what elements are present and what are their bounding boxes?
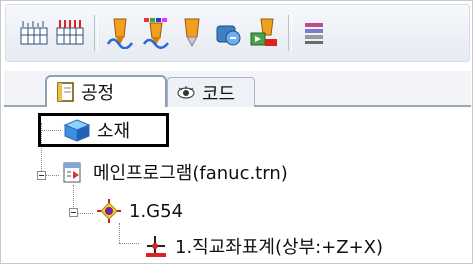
- tree-node-coordinate[interactable]: 1.G54: [95, 197, 183, 225]
- tree-node-program[interactable]: 메인프로그램(fanuc.trn): [61, 159, 288, 185]
- tree-connector: [119, 243, 139, 244]
- eye-icon: [177, 85, 195, 98]
- toolbar-separator: [94, 15, 98, 51]
- toolbar-separator: [288, 15, 292, 51]
- tree-node-plane-label: 1.직교좌표계(상부:+Z+X): [175, 237, 384, 258]
- simulation-blue-icon: [216, 25, 241, 46]
- tab-code-label: 코드: [202, 83, 236, 105]
- drill-tool-icon: [184, 18, 200, 48]
- tree-connector: [45, 175, 59, 176]
- tab-process[interactable]: 공정: [45, 75, 167, 107]
- grid-ruler-button[interactable]: [16, 15, 52, 51]
- tree-connector: [119, 223, 120, 243]
- tab-process-label: 공정: [81, 83, 115, 104]
- drill-tool-button[interactable]: [174, 15, 210, 51]
- tree-node-coordinate-label: 1.G54: [129, 200, 184, 222]
- tool-export-button[interactable]: [246, 15, 282, 51]
- tool-export-icon: [250, 18, 277, 46]
- red-grid-ruler-icon: [56, 20, 84, 45]
- tree-connector: [77, 213, 93, 214]
- list-stack-icon: [305, 23, 323, 44]
- grid-ruler-icon: [20, 21, 48, 45]
- tool-path-orange-button[interactable]: [102, 15, 138, 51]
- expand-collapse-toggle[interactable]: [69, 208, 78, 217]
- expand-collapse-toggle[interactable]: [37, 171, 46, 180]
- program-file-icon: [63, 162, 81, 183]
- tree-node-material[interactable]: 소재: [63, 117, 130, 143]
- tree-node-plane[interactable]: 1.직교좌표계(상부:+Z+X): [143, 233, 383, 259]
- tab-code[interactable]: 코드: [167, 77, 255, 107]
- plane-axis-icon: [146, 236, 166, 257]
- process-panel: 공정 코드 소재 메인프로그램(fanuc.trn) 1.G54 1.직교좌표계…: [0, 0, 473, 264]
- tool-path-orange-icon: [106, 18, 134, 49]
- list-stack-button[interactable]: [296, 15, 332, 51]
- tool-path-multicolor-button[interactable]: [138, 15, 174, 51]
- coordinate-origin-icon: [97, 199, 121, 223]
- tree-node-material-label: 소재: [97, 121, 131, 142]
- tree-node-program-label: 메인프로그램(fanuc.trn): [93, 163, 288, 184]
- tool-path-multicolor-icon: [142, 18, 169, 49]
- toolbar: [5, 4, 470, 62]
- red-grid-ruler-button[interactable]: [52, 15, 88, 51]
- notebook-icon: [57, 82, 74, 102]
- simulation-button[interactable]: [210, 15, 246, 51]
- material-cube-icon: [63, 119, 91, 142]
